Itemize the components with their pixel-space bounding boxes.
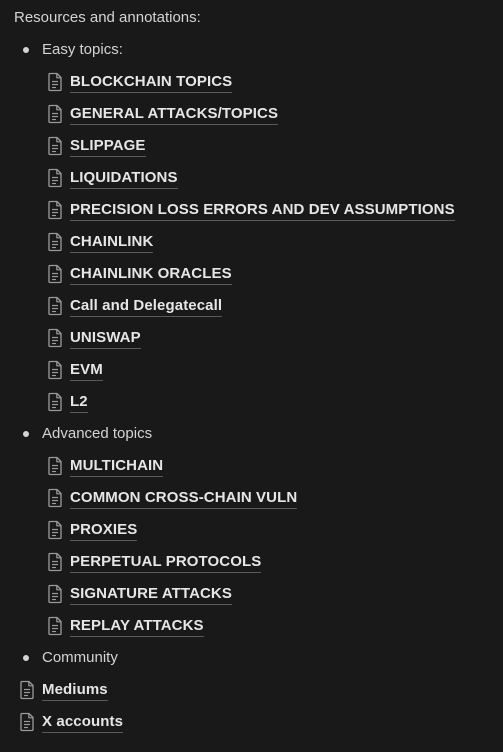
bullet-label: Easy topics: <box>42 41 123 58</box>
page-link-slippage[interactable]: SLIPPAGE <box>46 134 146 158</box>
page-icon <box>46 584 64 604</box>
page-icon <box>46 552 64 572</box>
page-link-l2[interactable]: L2 <box>46 390 88 414</box>
page-icon <box>46 488 64 508</box>
page-icon <box>46 104 64 124</box>
bullet-dot <box>23 47 29 53</box>
section-heading: Resources and annotations: <box>14 9 201 26</box>
page-icon <box>18 712 36 732</box>
page-link-label: PROXIES <box>70 520 138 541</box>
page-link-signature-attacks[interactable]: SIGNATURE ATTACKS <box>46 582 232 606</box>
page-icon <box>46 360 64 380</box>
page-link-precision-loss-errors-and-dev-assumptions[interactable]: PRECISION LOSS ERRORS AND DEV ASSUMPTION… <box>46 198 455 222</box>
page-icon <box>46 264 64 284</box>
page-link-label: Mediums <box>42 680 108 701</box>
page-link-label: BLOCKCHAIN TOPICS <box>70 72 233 93</box>
page-link-label: EVM <box>70 360 103 381</box>
page-link-mediums[interactable]: Mediums <box>18 678 108 702</box>
page-link-label: LIQUIDATIONS <box>70 168 178 189</box>
page-link-multichain[interactable]: MULTICHAIN <box>46 454 164 478</box>
page-link-replay-attacks[interactable]: REPLAY ATTACKS <box>46 614 204 638</box>
page-link-chainlink[interactable]: CHAINLINK <box>46 230 154 254</box>
page-icon <box>46 136 64 156</box>
bullet-advanced-topics: Advanced topics <box>0 422 503 446</box>
bullet-dot <box>23 431 29 437</box>
bullet-community: Community <box>0 646 503 670</box>
page-link-label: L2 <box>70 392 88 413</box>
page-link-label: UNISWAP <box>70 328 141 349</box>
page-link-evm[interactable]: EVM <box>46 358 103 382</box>
page-link-label: PRECISION LOSS ERRORS AND DEV ASSUMPTION… <box>70 200 455 221</box>
bullet-label: Community <box>42 649 118 666</box>
page-link-x-accounts[interactable]: X accounts <box>18 710 124 734</box>
page-link-proxies[interactable]: PROXIES <box>46 518 138 542</box>
page-icon <box>46 296 64 316</box>
page-link-general-attacks-topics[interactable]: GENERAL ATTACKS/TOPICS <box>46 102 279 126</box>
bullet-easy-topics: Easy topics: <box>0 38 503 62</box>
page-icon <box>18 680 36 700</box>
page-icon <box>46 392 64 412</box>
page-icon <box>46 168 64 188</box>
page-icon <box>46 72 64 92</box>
page-link-label: GENERAL ATTACKS/TOPICS <box>70 104 279 125</box>
page-link-label: REPLAY ATTACKS <box>70 616 204 637</box>
page-link-label: SIGNATURE ATTACKS <box>70 584 232 605</box>
page-link-label: COMMON CROSS-CHAIN VULN <box>70 488 298 509</box>
page-link-label: PERPETUAL PROTOCOLS <box>70 552 262 573</box>
page-link-label: CHAINLINK <box>70 232 154 253</box>
page-link-call-and-delegatecall[interactable]: Call and Delegatecall <box>46 294 223 318</box>
page-link-chainlink-oracles[interactable]: CHAINLINK ORACLES <box>46 262 232 286</box>
page-icon <box>46 232 64 252</box>
page-link-liquidations[interactable]: LIQUIDATIONS <box>46 166 178 190</box>
page-icon <box>46 200 64 220</box>
page-icon <box>46 616 64 636</box>
page-link-label: X accounts <box>42 712 124 733</box>
page-icon <box>46 328 64 348</box>
page-link-uniswap[interactable]: UNISWAP <box>46 326 141 350</box>
page-link-label: CHAINLINK ORACLES <box>70 264 232 285</box>
page-link-perpetual-protocols[interactable]: PERPETUAL PROTOCOLS <box>46 550 262 574</box>
page-link-label: Call and Delegatecall <box>70 296 223 317</box>
page-icon <box>46 456 64 476</box>
bullet-label: Advanced topics <box>42 425 153 442</box>
page-icon <box>46 520 64 540</box>
page-link-common-cross-chain-vuln[interactable]: COMMON CROSS-CHAIN VULN <box>46 486 298 510</box>
page-link-label: MULTICHAIN <box>70 456 164 477</box>
page-link-blockchain-topics[interactable]: BLOCKCHAIN TOPICS <box>46 70 233 94</box>
bullet-dot <box>23 655 29 661</box>
page-link-label: SLIPPAGE <box>70 136 146 157</box>
